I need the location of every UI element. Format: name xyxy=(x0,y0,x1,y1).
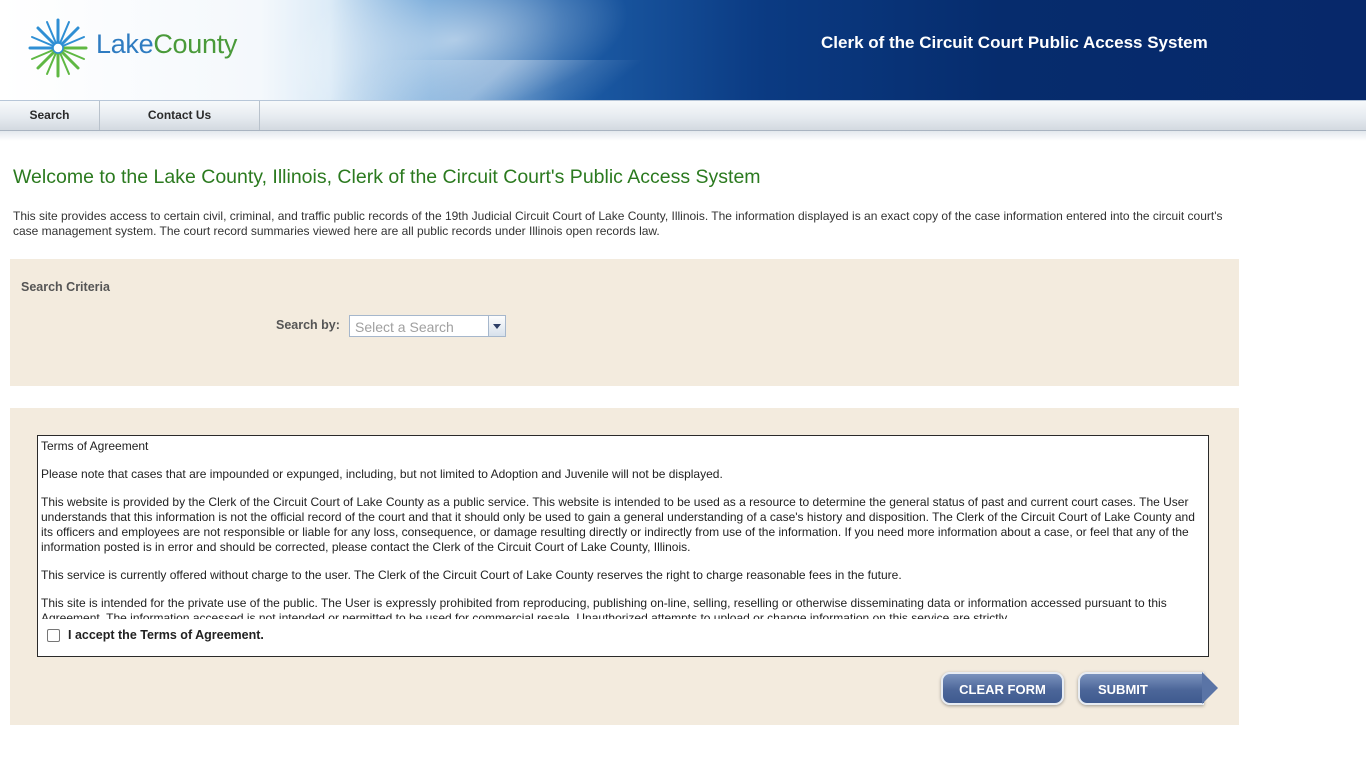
terms-scroll-area[interactable]: Terms of Agreement Please note that case… xyxy=(41,439,1205,619)
nav-item-contact-us[interactable]: Contact Us xyxy=(100,101,260,130)
terms-paragraph: This service is currently offered withou… xyxy=(41,568,902,582)
nav-shadow xyxy=(0,131,1366,141)
chevron-down-icon[interactable] xyxy=(488,316,505,336)
lake-county-logo-icon[interactable] xyxy=(26,16,90,80)
search-type-select-value: Select a Search xyxy=(355,319,454,335)
search-type-select[interactable]: Select a Search xyxy=(349,315,506,337)
terms-heading: Terms of Agreement xyxy=(41,439,149,453)
header-streak xyxy=(336,60,644,100)
page-title: Welcome to the Lake County, Illinois, Cl… xyxy=(13,166,761,188)
nav-item-search[interactable]: Search xyxy=(0,101,100,130)
terms-panel: Terms of Agreement Please note that case… xyxy=(10,408,1239,725)
clear-form-button[interactable]: CLEAR FORM xyxy=(941,672,1064,705)
terms-paragraph: This website is provided by the Clerk of… xyxy=(41,495,1195,554)
terms-paragraph: This site is intended for the private us… xyxy=(41,596,1167,619)
submit-arrow-icon[interactable] xyxy=(1202,672,1218,704)
accept-terms-label[interactable]: I accept the Terms of Agreement. xyxy=(68,628,264,642)
logo-wordmark[interactable]: LakeCounty xyxy=(96,29,237,60)
main-nav: Search Contact Us xyxy=(0,100,1366,131)
submit-button[interactable]: SUBMIT xyxy=(1078,672,1204,705)
search-by-label: Search by: xyxy=(276,318,340,332)
terms-paragraph: Please note that cases that are impounde… xyxy=(41,467,723,481)
site-title: Clerk of the Circuit Court Public Access… xyxy=(821,33,1208,52)
search-criteria-panel: Search Criteria Search by: Select a Sear… xyxy=(10,259,1239,386)
terms-box: Terms of Agreement Please note that case… xyxy=(37,435,1209,657)
accept-terms-checkbox[interactable] xyxy=(47,629,60,642)
site-header: LakeCounty Clerk of the Circuit Court Pu… xyxy=(0,0,1366,100)
intro-text: This site provides access to certain civ… xyxy=(13,209,1223,238)
search-criteria-title: Search Criteria xyxy=(21,280,110,294)
